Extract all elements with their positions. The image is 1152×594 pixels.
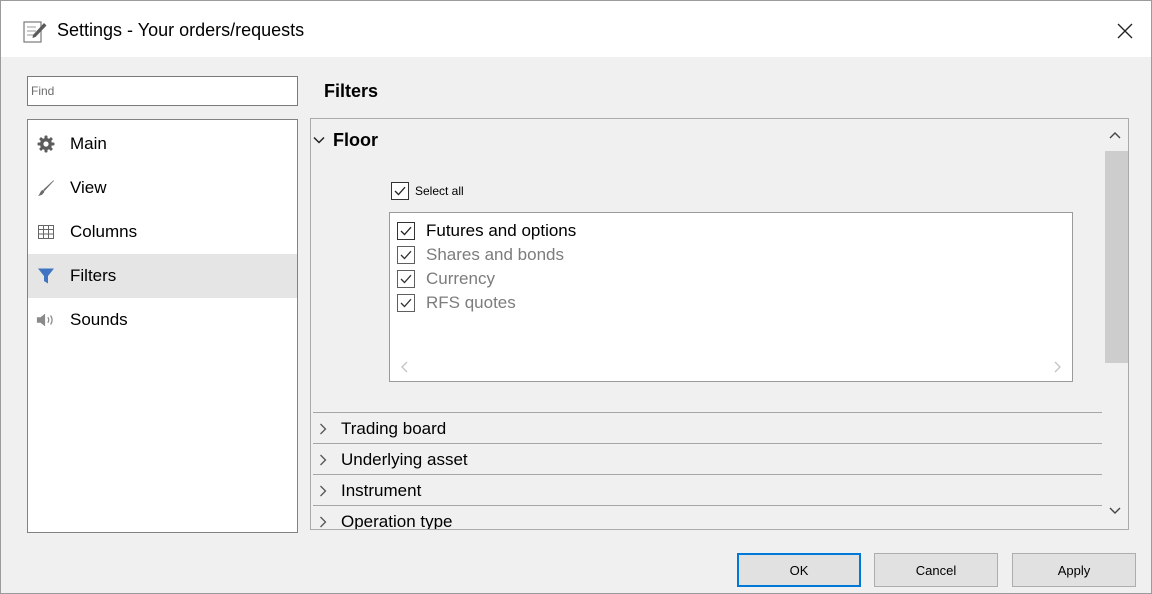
sidebar-item-label: Sounds [70,310,128,329]
sidebar-item-main[interactable]: Main [28,122,297,166]
funnel-icon [36,266,56,286]
settings-nav: Main View Columns Filters Sounds [27,119,298,533]
group-label: Underlying asset [341,449,468,469]
columns-icon [36,222,56,242]
scroll-down-arrow-icon[interactable] [1107,503,1123,519]
brush-icon [36,178,56,198]
list-item-label: Currency [426,269,495,288]
list-item[interactable]: Currency [397,269,495,289]
underlying-asset-group[interactable]: Underlying asset [313,443,1103,475]
group-label: Instrument [341,480,422,500]
close-button[interactable] [1108,14,1142,48]
chevron-right-icon [320,454,327,465]
checkbox-checked-icon [397,294,415,312]
group-label: Trading board [341,418,447,438]
page-title: Filters [324,81,379,101]
operation-type-group[interactable]: Operation type [313,505,1103,530]
filters-panel: Floor Select all Futures and options Sha… [310,118,1129,530]
floor-group-header[interactable]: Floor [313,127,378,153]
select-all-checkbox[interactable]: Select all [391,182,464,200]
apply-button[interactable]: Apply [1012,553,1136,587]
checkbox-checked-icon [391,182,409,200]
sidebar-item-columns[interactable]: Columns [28,210,297,254]
gear-icon [36,134,56,154]
list-item-label: Shares and bonds [426,245,564,264]
checkbox-checked-icon [397,270,415,288]
settings-doc-icon [22,18,48,44]
search-input[interactable] [27,76,298,106]
ok-button[interactable]: OK [737,553,861,587]
select-all-label: Select all [415,184,464,198]
sidebar-item-sounds[interactable]: Sounds [28,298,297,342]
chevron-right-icon [320,485,327,496]
trading-board-group[interactable]: Trading board [313,412,1103,444]
sidebar-item-view[interactable]: View [28,166,297,210]
scroll-right-arrow-icon[interactable] [1051,360,1063,374]
sidebar-item-label: View [70,178,107,197]
group-label: Operation type [341,511,453,530]
chevron-right-icon [320,516,327,527]
list-item[interactable]: Shares and bonds [397,245,564,265]
list-item[interactable]: RFS quotes [397,293,516,313]
chevron-right-icon [320,423,327,434]
sidebar-item-label: Filters [70,266,117,285]
list-item-label: RFS quotes [426,293,516,312]
floor-options-list[interactable]: Futures and options Shares and bonds Cur… [389,212,1073,382]
speaker-icon [36,310,56,330]
checkbox-checked-icon [397,246,415,264]
list-item[interactable]: Futures and options [397,221,576,241]
floor-group-label: Floor [333,129,378,150]
scroll-up-arrow-icon[interactable] [1107,127,1123,143]
instrument-group[interactable]: Instrument [313,474,1103,506]
scrollbar-thumb[interactable] [1105,151,1128,363]
vertical-scrollbar[interactable] [1102,119,1128,529]
sidebar-item-label: Columns [70,222,138,241]
close-icon [1117,23,1133,39]
sidebar-item-filters[interactable]: Filters [28,254,297,298]
checkbox-checked-icon [397,222,415,240]
cancel-button[interactable]: Cancel [874,553,998,587]
scroll-left-arrow-icon[interactable] [399,360,411,374]
window-title: Settings - Your orders/requests [57,20,305,40]
list-item-label: Futures and options [426,221,577,240]
sidebar-item-label: Main [70,134,107,153]
chevron-down-icon [313,136,325,144]
